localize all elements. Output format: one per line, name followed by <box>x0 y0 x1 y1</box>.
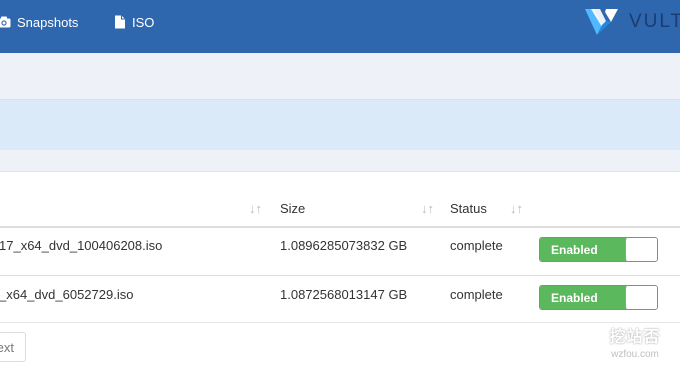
iso-status: complete <box>450 287 503 302</box>
nav-item-snapshots[interactable]: Snapshots <box>0 0 78 44</box>
toggle-knob[interactable] <box>625 238 657 261</box>
enabled-toggle[interactable]: Enabled <box>539 285 658 310</box>
sort-icon[interactable]: ↓↑ <box>510 201 523 216</box>
toggle-label: Enabled <box>540 238 626 261</box>
iso-filename: 17_x64_dvd_100406208.iso <box>0 238 163 253</box>
info-band <box>0 99 680 151</box>
toggle-knob[interactable] <box>625 286 657 309</box>
nav-item-label: Snapshots <box>17 14 79 30</box>
nav-item-iso[interactable]: ISO <box>114 0 154 44</box>
watermark-sub: wzfou.com <box>611 349 659 360</box>
enabled-toggle[interactable]: Enabled <box>539 237 658 262</box>
file-icon <box>115 15 125 29</box>
iso-status: complete <box>450 238 503 253</box>
logo-text: VULT <box>629 11 680 32</box>
next-page-button[interactable]: ext <box>0 332 26 362</box>
watermark-main: 挖站否 <box>609 329 661 346</box>
watermark: 挖站否 wzfou.com <box>596 323 674 360</box>
toggle-label: Enabled <box>540 286 626 309</box>
camera-icon <box>0 16 11 28</box>
header-divider <box>0 226 680 228</box>
vultr-logo-icon <box>585 9 618 35</box>
vultr-logo[interactable]: VULT <box>585 8 680 36</box>
iso-size: 1.0872568013147 GB <box>280 287 408 302</box>
sort-icon[interactable]: ↓↑ <box>421 201 434 216</box>
divider-band <box>0 150 680 172</box>
iso-size: 1.0896285073832 GB <box>280 238 408 253</box>
row-divider <box>0 322 680 323</box>
column-header-size[interactable]: Size <box>280 201 305 216</box>
column-header-status[interactable]: Status <box>450 201 487 216</box>
nav-item-label: ISO <box>132 14 155 30</box>
top-nav-bar: Snapshots ISO VULT <box>0 0 680 53</box>
row-divider <box>0 275 680 276</box>
iso-filename: _x64_dvd_6052729.iso <box>0 287 134 302</box>
toolbar-band <box>0 53 680 99</box>
sort-icon[interactable]: ↓↑ <box>249 201 262 216</box>
